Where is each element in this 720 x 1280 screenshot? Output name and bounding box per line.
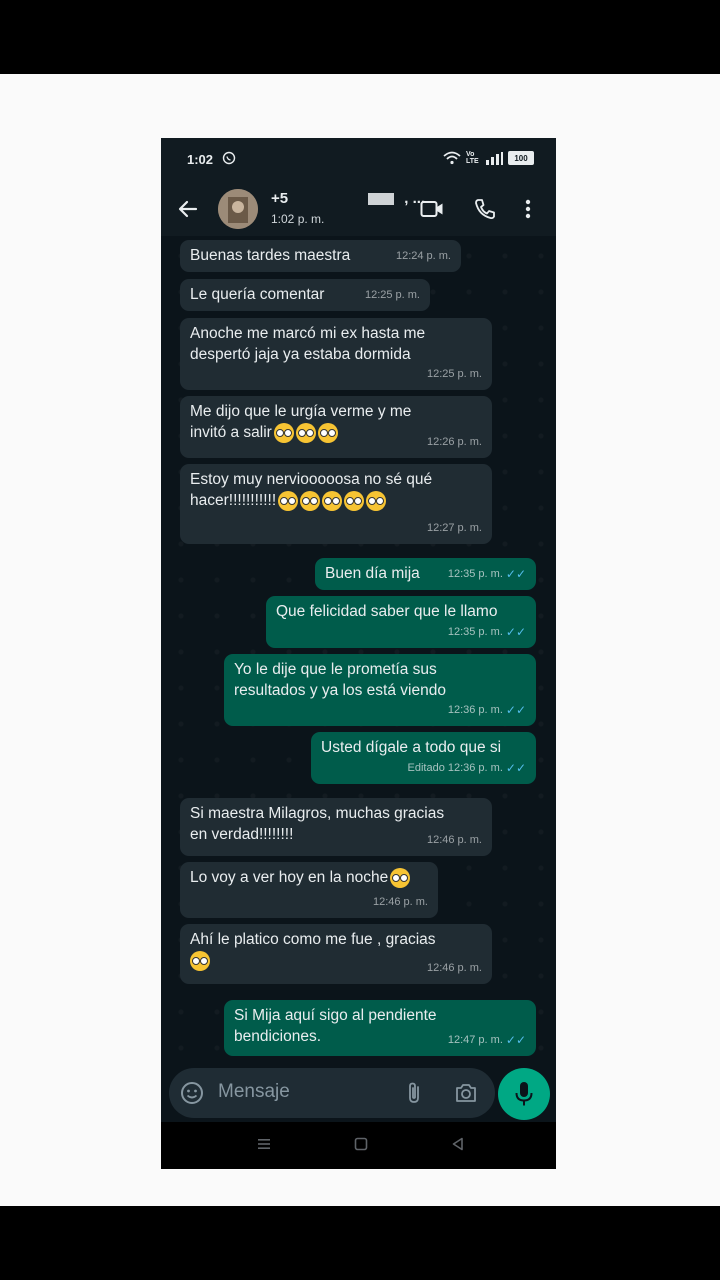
message-time: 12:27 p. m. <box>426 522 482 534</box>
message-time: 12:26 p. m. <box>426 436 482 448</box>
phone-screen: 1:02 Vo LTE 100 +5 , ... 1:02 p. m. Buen… <box>161 138 556 1169</box>
message-time: 12:36 p. m. <box>447 762 503 774</box>
contact-name[interactable]: +5 , ... <box>271 190 425 207</box>
star-struck-emoji <box>190 950 210 971</box>
video-call-icon[interactable] <box>420 198 444 225</box>
message-text: Usted dígale a todo que si <box>321 739 502 756</box>
read-receipt-icon: ✓✓ <box>505 1033 526 1047</box>
message-text: hacer!!!!!!!!!!! <box>190 492 277 509</box>
message-time: 12:25 p. m. <box>426 368 482 380</box>
pleading-face-emoji <box>390 867 411 888</box>
message-text: Yo le dije que le prometía sus <box>234 661 437 678</box>
message-text: Anoche me marcó mi ex hasta me <box>190 325 426 342</box>
message-list[interactable]: Buenas tardes maestra 12:24 p. m. Le que… <box>161 236 556 1064</box>
contact-name-text: +5 <box>271 190 289 207</box>
message-composer: Mensaje <box>161 1064 556 1122</box>
message-text: Ahí le platico como me fue , gracias <box>190 931 436 948</box>
incoming-message[interactable]: Estoy muy nerviooooosa no sé qué hacer!!… <box>180 464 492 544</box>
read-receipt-icon: ✓✓ <box>505 625 526 639</box>
redaction-bar <box>368 193 395 206</box>
message-input[interactable]: Mensaje <box>218 1081 290 1103</box>
flushed-face-emoji <box>295 422 316 443</box>
read-receipt-icon: ✓✓ <box>505 703 526 717</box>
edited-label: Editado <box>407 762 445 774</box>
outgoing-message[interactable]: Si Mija aquí sigo al pendiente bendicion… <box>224 1000 536 1056</box>
outgoing-message[interactable]: Yo le dije que le prometía sus resultado… <box>224 654 536 726</box>
flushed-face-emoji <box>317 422 338 443</box>
back-arrow-icon[interactable] <box>177 198 199 225</box>
back-nav-icon[interactable] <box>451 1137 465 1156</box>
signal-icon <box>486 151 503 165</box>
home-icon[interactable] <box>354 1137 368 1156</box>
woozy-face-emoji <box>300 490 321 511</box>
message-text: invitó a salir <box>190 424 272 441</box>
message-text: Me dijo que le urgía verme y me <box>190 403 412 420</box>
woozy-face-emoji <box>366 490 387 511</box>
microphone-icon <box>515 1082 533 1106</box>
incoming-message[interactable]: Lo voy a ver hoy en la noche 12:46 p. m. <box>180 862 438 918</box>
read-receipt-icon: ✓✓ <box>505 761 526 775</box>
recent-apps-icon[interactable] <box>257 1137 271 1156</box>
message-time: 12:47 p. m. <box>447 1034 503 1046</box>
status-bar: 1:02 Vo LTE 100 <box>161 138 556 182</box>
status-time: 1:02 <box>187 152 214 167</box>
message-text: Si Mija aquí sigo al pendiente <box>234 1007 437 1024</box>
network-type-label: Vo LTE <box>466 151 479 165</box>
woozy-face-emoji <box>322 490 343 511</box>
status-icons: Vo LTE 100 <box>443 151 534 165</box>
camera-icon[interactable] <box>454 1082 478 1109</box>
incoming-message[interactable]: Si maestra Milagros, muchas gracias en v… <box>180 798 492 856</box>
chat-header: +5 , ... 1:02 p. m. <box>161 182 556 236</box>
incoming-message[interactable]: Ahí le platico como me fue , gracias 12:… <box>180 924 492 984</box>
incoming-message[interactable]: Buenas tardes maestra 12:24 p. m. <box>180 240 461 272</box>
redaction-bar <box>292 193 361 206</box>
whatsapp-notification-icon <box>222 151 236 170</box>
message-text: resultados y ya los está viendo <box>234 682 446 699</box>
message-text: Lo voy a ver hoy en la noche <box>190 869 389 886</box>
message-text: Buenas tardes maestra <box>190 247 351 264</box>
read-receipt-icon: ✓✓ <box>505 567 526 581</box>
outgoing-message[interactable]: Que felicidad saber que le llamo 12:35 p… <box>266 596 536 648</box>
message-time: 12:36 p. m. <box>447 704 503 716</box>
last-seen-text: 1:02 p. m. <box>271 212 325 226</box>
voice-call-icon[interactable] <box>474 198 496 225</box>
message-input-container: Mensaje <box>169 1068 495 1118</box>
incoming-message[interactable]: Anoche me marcó mi ex hasta me despertó … <box>180 318 492 390</box>
message-text: despertó jaja ya estaba dormida <box>190 346 411 363</box>
woozy-face-emoji <box>278 490 299 511</box>
message-text: Que felicidad saber que le llamo <box>276 603 498 620</box>
outgoing-message[interactable]: Buen día mija 12:35 p. m. ✓✓ <box>315 558 536 590</box>
incoming-message[interactable]: Me dijo que le urgía verme y me invitó a… <box>180 396 492 458</box>
message-time: 12:35 p. m. <box>447 568 503 580</box>
message-time: 12:46 p. m. <box>372 896 428 908</box>
attachment-icon[interactable] <box>405 1081 423 1110</box>
message-time: 12:35 p. m. <box>447 626 503 638</box>
woozy-face-emoji <box>344 490 365 511</box>
message-time: 12:25 p. m. <box>364 289 420 301</box>
contact-avatar[interactable] <box>218 189 258 229</box>
voice-message-button[interactable] <box>498 1068 550 1120</box>
incoming-message[interactable]: Le quería comentar 12:25 p. m. <box>180 279 430 311</box>
message-text: Estoy muy nerviooooosa no sé qué <box>190 471 433 488</box>
wifi-icon <box>443 151 461 165</box>
message-text: Le quería comentar <box>190 286 325 303</box>
emoji-sticker-icon[interactable] <box>180 1081 204 1110</box>
message-time: 12:24 p. m. <box>395 250 451 262</box>
message-time: 12:46 p. m. <box>426 834 482 846</box>
message-text: Buen día mija <box>325 565 420 582</box>
message-time: 12:46 p. m. <box>426 962 482 974</box>
system-navigation-bar <box>161 1122 556 1169</box>
more-options-icon[interactable] <box>524 198 532 225</box>
battery-icon: 100 <box>508 151 534 165</box>
message-text: Si maestra Milagros, muchas gracias <box>190 805 445 822</box>
flushed-face-emoji <box>273 422 294 443</box>
outgoing-message[interactable]: Usted dígale a todo que si Editado 12:36 … <box>311 732 536 784</box>
